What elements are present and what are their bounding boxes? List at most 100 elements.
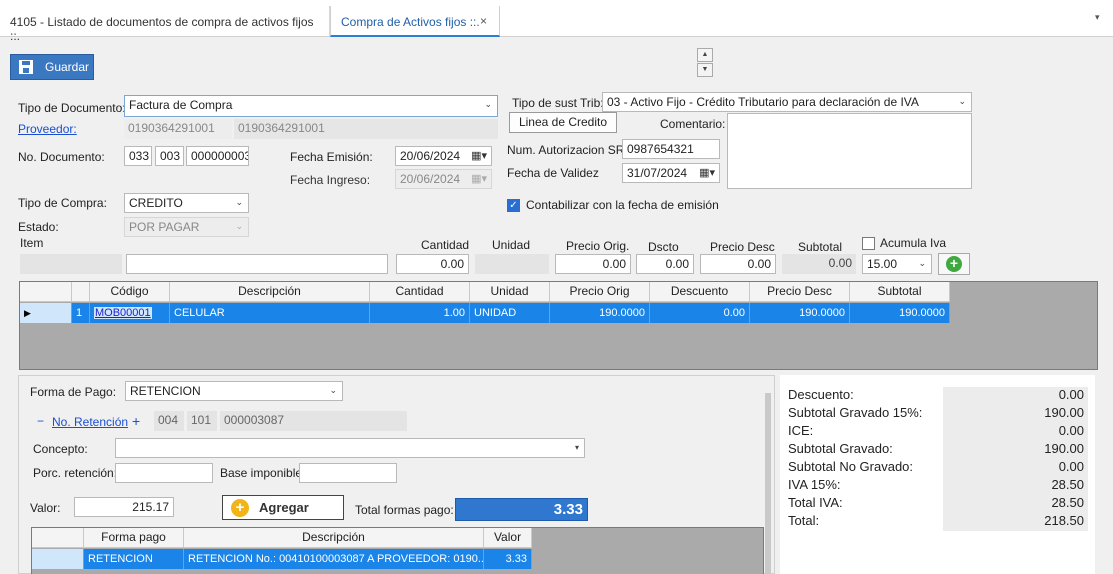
- forma-pago-select[interactable]: RETENCION ⌄: [125, 381, 343, 401]
- table-cell-precio-desc[interactable]: 190.0000: [750, 303, 850, 323]
- column-header-subtotal[interactable]: Subtotal: [850, 282, 950, 302]
- fecha-validez-label: Fecha de Validez: [507, 166, 599, 180]
- column-header-forma-pago[interactable]: Forma pago: [84, 528, 184, 548]
- table-cell-unidad[interactable]: UNIDAD: [470, 303, 550, 323]
- estado-label: Estado:: [18, 220, 59, 234]
- iva-value: 15.00: [867, 257, 898, 271]
- table-cell-descripcion[interactable]: CELULAR: [170, 303, 370, 323]
- tipo-documento-select[interactable]: Factura de Compra ⌄: [124, 95, 498, 117]
- summary-label: Total:: [788, 513, 820, 528]
- summary-row: Descuento: 0.00: [788, 387, 1088, 405]
- iva-select[interactable]: 15.00 ⌄: [862, 254, 932, 274]
- summary-label: IVA 15%:: [788, 477, 841, 492]
- checkbox-box: [862, 236, 875, 250]
- codigo-link[interactable]: MOB00001: [94, 307, 152, 319]
- linea-credito-button[interactable]: Linea de Credito: [509, 112, 617, 133]
- column-header-precio-desc[interactable]: Precio Desc: [750, 282, 850, 302]
- summary-row: Subtotal Gravado: 190.00: [788, 441, 1088, 459]
- proveedor-name: 0190364291001: [234, 119, 498, 139]
- table-cell-valor[interactable]: 3.33: [484, 549, 532, 569]
- column-header-descripcion[interactable]: Descripción: [170, 282, 370, 302]
- precio-orig-field[interactable]: 0.00: [555, 254, 631, 274]
- comentario-label: Comentario:: [660, 117, 726, 131]
- tipo-compra-select[interactable]: CREDITO ⌄: [124, 193, 249, 213]
- remove-retencion-button[interactable]: −: [37, 414, 44, 428]
- summary-row: IVA 15%: 28.50: [788, 477, 1088, 495]
- unidad-field: [475, 254, 549, 274]
- plus-icon: +: [231, 498, 249, 517]
- tab-compra-activos[interactable]: Compra de Activos fijos ::.: [330, 6, 500, 37]
- item-description-field[interactable]: [126, 254, 388, 274]
- valor-field[interactable]: 215.17: [74, 497, 174, 517]
- payments-grid: Forma pago Descripción Valor RETENCION R…: [31, 527, 764, 574]
- ret-serie1-field: 004: [154, 411, 184, 431]
- table-cell-subtotal[interactable]: 190.0000: [850, 303, 950, 323]
- agregar-label: Agregar: [259, 500, 309, 515]
- column-header-valor[interactable]: Valor: [484, 528, 532, 548]
- estado-select: POR PAGAR ⌄: [124, 217, 249, 237]
- fecha-validez-value: 31/07/2024: [627, 166, 688, 180]
- doc-serie2-field[interactable]: 003: [155, 146, 184, 166]
- item-label: Item: [20, 236, 44, 250]
- chevron-down-icon: ▾: [574, 443, 579, 452]
- table-cell-cantidad[interactable]: 1.00: [370, 303, 470, 323]
- doc-numero-field[interactable]: 000000003: [186, 146, 249, 166]
- table-cell-descripcion[interactable]: RETENCION No.: 00410100003087 A PROVEEDO…: [184, 549, 484, 569]
- scroll-up-button[interactable]: ▲: [697, 48, 713, 62]
- tab-bar: 4105 - Listado de documentos de compra d…: [0, 0, 1113, 43]
- summary-label: Total IVA:: [788, 495, 843, 510]
- scroll-down-button[interactable]: ▼: [697, 63, 713, 77]
- column-header-precio-orig[interactable]: Precio Orig: [550, 282, 650, 302]
- table-cell-precio-orig[interactable]: 190.0000: [550, 303, 650, 323]
- base-imponible-field[interactable]: [299, 463, 397, 483]
- column-header-descuento[interactable]: Descuento: [650, 282, 750, 302]
- close-icon[interactable]: ×: [480, 14, 487, 28]
- base-imponible-label: Base imponible:: [220, 466, 306, 480]
- doc-serie1-field[interactable]: 033: [124, 146, 152, 166]
- fecha-ingreso-picker: 20/06/2024 ▦▾: [395, 169, 492, 189]
- num-autorizacion-field[interactable]: 0987654321: [622, 139, 720, 159]
- no-documento-label: No. Documento:: [18, 150, 105, 164]
- grid-header-indicator: [20, 282, 72, 302]
- agregar-button[interactable]: + Agregar: [222, 495, 344, 520]
- proveedor-ruc: 0190364291001: [124, 119, 232, 139]
- acumula-iva-label: Acumula Iva: [880, 236, 947, 250]
- concepto-select[interactable]: ▾: [115, 438, 585, 458]
- contabilizar-checkbox[interactable]: ✓ Contabilizar con la fecha de emisión: [507, 198, 719, 212]
- column-header-unidad[interactable]: Unidad: [470, 282, 550, 302]
- grid-header-num: [72, 282, 90, 302]
- column-header-descripcion[interactable]: Descripción: [184, 528, 484, 548]
- no-retencion-link[interactable]: No. Retención: [52, 415, 128, 429]
- unidad-label: Unidad: [492, 238, 531, 252]
- dscto-field[interactable]: 0.00: [636, 254, 694, 274]
- comentario-textarea[interactable]: [727, 113, 972, 189]
- summary-value: 190.00: [943, 441, 1088, 459]
- add-retencion-button[interactable]: +: [132, 413, 140, 429]
- fecha-ingreso-value: 20/06/2024: [400, 172, 461, 186]
- total-formas-value: 3.33: [455, 498, 588, 521]
- chevron-down-icon[interactable]: ▾: [1095, 12, 1100, 23]
- porc-retencion-field[interactable]: [115, 463, 213, 483]
- acumula-iva-checkbox[interactable]: Acumula Iva: [862, 236, 946, 250]
- add-item-button[interactable]: +: [938, 253, 970, 275]
- tipo-sust-select[interactable]: 03 - Activo Fijo - Crédito Tributario pa…: [602, 92, 972, 112]
- tab-listado[interactable]: 4105 - Listado de documentos de compra d…: [0, 6, 330, 43]
- fecha-emision-picker[interactable]: 20/06/2024 ▦▾: [395, 146, 492, 166]
- tipo-compra-value: CREDITO: [129, 196, 183, 210]
- total-formas-label: Total formas pago:: [355, 503, 454, 517]
- column-header-cantidad[interactable]: Cantidad: [370, 282, 470, 302]
- table-cell-forma[interactable]: RETENCION: [84, 549, 184, 569]
- fecha-validez-picker[interactable]: 31/07/2024 ▦▾: [622, 163, 720, 183]
- payment-panel-scrollbar[interactable]: [765, 393, 771, 574]
- tipo-sust-value: 03 - Activo Fijo - Crédito Tributario pa…: [607, 95, 919, 109]
- proveedor-link[interactable]: Proveedor:: [18, 122, 77, 136]
- precio-desc-field[interactable]: 0.00: [700, 254, 776, 274]
- table-cell-codigo[interactable]: MOB00001: [90, 303, 170, 323]
- summary-row: ICE: 0.00: [788, 423, 1088, 441]
- cantidad-field[interactable]: 0.00: [396, 254, 469, 274]
- table-cell-num[interactable]: 1: [72, 303, 90, 323]
- items-grid: Código Descripción Cantidad Unidad Preci…: [19, 281, 1098, 370]
- save-button[interactable]: Guardar: [10, 54, 94, 80]
- column-header-codigo[interactable]: Código: [90, 282, 170, 302]
- table-cell-descuento[interactable]: 0.00: [650, 303, 750, 323]
